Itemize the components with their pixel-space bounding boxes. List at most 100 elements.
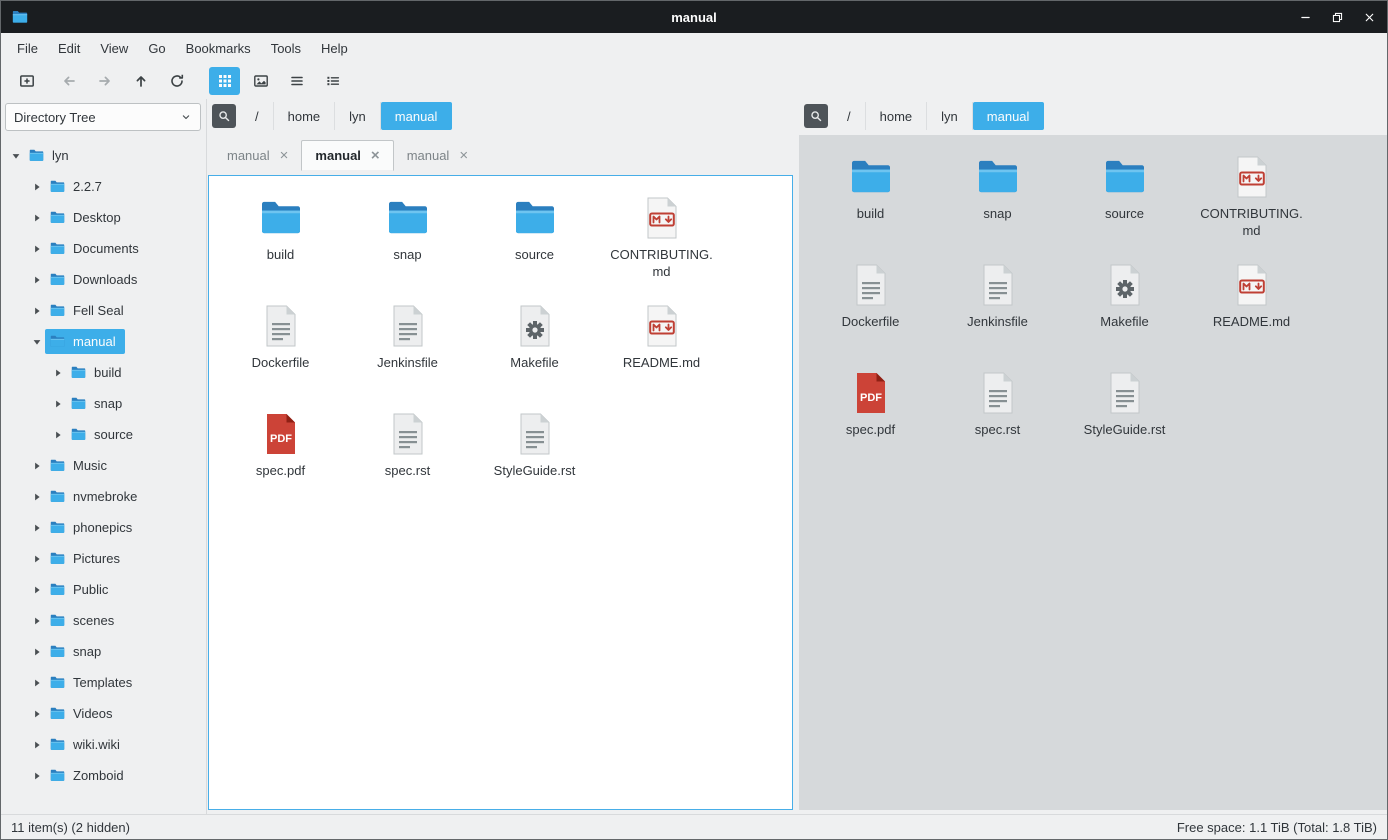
maximize-button[interactable] [1329, 9, 1345, 25]
expander-right-icon[interactable] [29, 243, 45, 255]
menu-view[interactable]: View [90, 36, 138, 61]
tree-item-scenes[interactable]: scenes [4, 605, 204, 636]
new-tab-button[interactable] [11, 67, 42, 95]
breadcrumb-home[interactable]: home [274, 102, 336, 130]
menu-tools[interactable]: Tools [261, 36, 311, 61]
expander-right-icon[interactable] [29, 708, 45, 720]
breadcrumb-manual[interactable]: manual [973, 102, 1045, 130]
file-makefile[interactable]: Makefile [471, 297, 598, 397]
tree-item-lyn[interactable]: lyn [4, 140, 204, 171]
tree-item-pictures[interactable]: Pictures [4, 543, 204, 574]
breadcrumb-root[interactable]: / [241, 102, 274, 130]
expander-right-icon[interactable] [29, 646, 45, 658]
tree-item-wiki-wiki[interactable]: wiki.wiki [4, 729, 204, 760]
refresh-button[interactable] [161, 67, 192, 95]
file-spec-rst[interactable]: spec.rst [934, 364, 1061, 464]
file-contributing-md[interactable]: CONTRIBUTING.md [598, 189, 725, 289]
breadcrumb-root[interactable]: / [833, 102, 866, 130]
back-button[interactable] [53, 67, 84, 95]
breadcrumb-lyn[interactable]: lyn [335, 102, 381, 130]
left-file-view[interactable]: buildsnapsourceCONTRIBUTING.md Dockerfile… [208, 175, 793, 810]
expander-down-icon[interactable] [8, 150, 24, 162]
tree-item-downloads[interactable]: Downloads [4, 264, 204, 295]
file-contributing-md[interactable]: CONTRIBUTING.md [1188, 148, 1315, 248]
expander-right-icon[interactable] [29, 615, 45, 627]
expander-right-icon[interactable] [29, 553, 45, 565]
expander-right-icon[interactable] [29, 522, 45, 534]
file-snap[interactable]: snap [344, 189, 471, 289]
file-dockerfile[interactable]: Dockerfile [807, 256, 934, 356]
file-spec-rst[interactable]: spec.rst [344, 405, 471, 505]
tree-item-snap[interactable]: snap [4, 636, 204, 667]
expander-right-icon[interactable] [29, 677, 45, 689]
tree-item-2-2-7[interactable]: 2.2.7 [4, 171, 204, 202]
menu-help[interactable]: Help [311, 36, 358, 61]
tab-manual[interactable]: manual× [301, 140, 393, 171]
tree-item-build[interactable]: build [4, 357, 204, 388]
expander-right-icon[interactable] [29, 212, 45, 224]
expander-right-icon[interactable] [29, 770, 45, 782]
expander-right-icon[interactable] [29, 491, 45, 503]
tree-item-public[interactable]: Public [4, 574, 204, 605]
expander-right-icon[interactable] [50, 429, 66, 441]
expander-right-icon[interactable] [29, 584, 45, 596]
tab-close-icon[interactable]: × [459, 148, 468, 163]
thumbnail-view-button[interactable] [245, 67, 276, 95]
expander-right-icon[interactable] [50, 398, 66, 410]
icon-view-button[interactable] [209, 67, 240, 95]
file-makefile[interactable]: Makefile [1061, 256, 1188, 356]
expander-right-icon[interactable] [50, 367, 66, 379]
tab-close-icon[interactable]: × [371, 148, 380, 163]
sidebar-mode-select[interactable]: Directory Tree [5, 103, 201, 131]
file-source[interactable]: source [471, 189, 598, 289]
breadcrumb-home[interactable]: home [866, 102, 928, 130]
compact-view-button[interactable] [281, 67, 312, 95]
tree-item-zomboid[interactable]: Zomboid [4, 760, 204, 791]
tree-item-fell-seal[interactable]: Fell Seal [4, 295, 204, 326]
file-readme-md[interactable]: README.md [1188, 256, 1315, 356]
tree-item-source[interactable]: source [4, 419, 204, 450]
close-button[interactable] [1361, 9, 1377, 25]
expander-right-icon[interactable] [29, 305, 45, 317]
location-bar-toggle[interactable] [804, 104, 828, 128]
tab-manual[interactable]: manual× [394, 140, 481, 171]
tree-item-documents[interactable]: Documents [4, 233, 204, 264]
file-styleguide-rst[interactable]: StyleGuide.rst [471, 405, 598, 505]
forward-button[interactable] [89, 67, 120, 95]
breadcrumb-manual[interactable]: manual [381, 102, 453, 130]
tree-item-nvmebroke[interactable]: nvmebroke [4, 481, 204, 512]
expander-down-icon[interactable] [29, 336, 45, 348]
tab-manual[interactable]: manual× [214, 140, 301, 171]
file-styleguide-rst[interactable]: StyleGuide.rst [1061, 364, 1188, 464]
detailed-list-view-button[interactable] [317, 67, 348, 95]
menu-edit[interactable]: Edit [48, 36, 90, 61]
menu-bookmarks[interactable]: Bookmarks [176, 36, 261, 61]
tree-item-music[interactable]: Music [4, 450, 204, 481]
minimize-button[interactable] [1297, 9, 1313, 25]
expander-right-icon[interactable] [29, 274, 45, 286]
breadcrumb-lyn[interactable]: lyn [927, 102, 973, 130]
expander-right-icon[interactable] [29, 739, 45, 751]
file-readme-md[interactable]: README.md [598, 297, 725, 397]
file-spec-pdf[interactable]: PDFspec.pdf [807, 364, 934, 464]
file-jenkinsfile[interactable]: Jenkinsfile [934, 256, 1061, 356]
tree-item-templates[interactable]: Templates [4, 667, 204, 698]
titlebar[interactable]: manual [1, 1, 1387, 33]
tree-item-manual[interactable]: manual [4, 326, 204, 357]
menu-go[interactable]: Go [138, 36, 175, 61]
tree-item-desktop[interactable]: Desktop [4, 202, 204, 233]
tree-item-snap[interactable]: snap [4, 388, 204, 419]
file-dockerfile[interactable]: Dockerfile [217, 297, 344, 397]
tab-close-icon[interactable]: × [280, 148, 289, 163]
file-build[interactable]: build [217, 189, 344, 289]
file-build[interactable]: build [807, 148, 934, 248]
file-jenkinsfile[interactable]: Jenkinsfile [344, 297, 471, 397]
expander-right-icon[interactable] [29, 181, 45, 193]
location-bar-toggle[interactable] [212, 104, 236, 128]
menu-file[interactable]: File [7, 36, 48, 61]
tree-item-videos[interactable]: Videos [4, 698, 204, 729]
up-button[interactable] [125, 67, 156, 95]
tree-item-phonepics[interactable]: phonepics [4, 512, 204, 543]
right-file-view[interactable]: buildsnapsourceCONTRIBUTING.mdDockerfile… [799, 135, 1387, 810]
expander-right-icon[interactable] [29, 460, 45, 472]
